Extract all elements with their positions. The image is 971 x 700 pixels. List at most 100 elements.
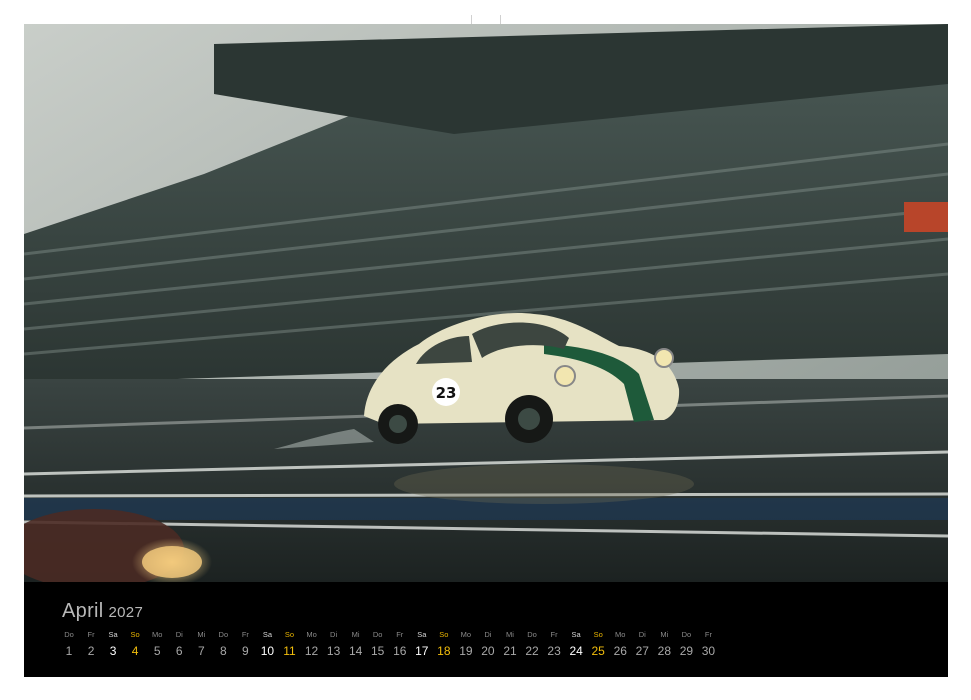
weekday-label: Mo	[151, 630, 163, 639]
weekday-label: Mo	[306, 630, 317, 639]
weekday-label: Mi	[660, 630, 669, 639]
calendar-day: Sa 24	[565, 630, 587, 658]
calendar-day: Do 8	[212, 630, 234, 658]
weekday-label: Mi	[351, 630, 360, 639]
day-number: 1	[65, 644, 73, 658]
day-number: 15	[371, 644, 385, 658]
day-number: 9	[242, 644, 249, 658]
weekday-label: So	[439, 630, 449, 639]
calendar-day: Mi 14	[345, 630, 367, 658]
day-number: 12	[304, 644, 319, 658]
month-year: 2027	[108, 604, 144, 621]
weekday-label: Mo	[615, 630, 626, 639]
day-number: 29	[679, 644, 694, 658]
calendar-day: Sa 17	[411, 630, 433, 658]
calendar-strip: April 2027 Do 1 Fr 2 Sa 3 So 4 Mo 5 Di 6 Mi 7 Do 8 Fr 9 Sa 1…	[24, 582, 948, 677]
weekday-label: Sa	[417, 630, 427, 639]
weekday-label: So	[284, 630, 295, 639]
weekday-label: Mi	[506, 630, 514, 639]
calendar-day: Do 1	[58, 630, 80, 658]
calendar-day: Sa 3	[102, 630, 124, 658]
calendar-day: Fr 2	[80, 630, 102, 658]
day-number: 8	[220, 644, 227, 658]
calendar-day: Mo 26	[609, 630, 631, 658]
calendar-day: Sa 10	[256, 630, 278, 658]
day-number: 14	[348, 644, 363, 658]
weekday-label: Fr	[550, 630, 558, 639]
calendar-day: Di 27	[631, 630, 653, 658]
day-number: 18	[437, 644, 451, 658]
day-number: 23	[547, 644, 561, 658]
weekday-label: Sa	[108, 630, 118, 639]
day-number: 6	[175, 644, 183, 658]
day-number: 13	[326, 644, 341, 658]
weekday-label: Do	[681, 630, 692, 639]
car-headlight-left	[554, 365, 576, 387]
weekday-label: Sa	[571, 630, 581, 639]
day-number: 3	[109, 644, 117, 658]
weekday-label: Fr	[704, 630, 712, 639]
day-number: 26	[613, 644, 627, 658]
weekday-label: Sa	[262, 630, 273, 639]
calendar-day: Mi 21	[499, 630, 521, 658]
calendar-day: Mi 28	[653, 630, 675, 658]
weekday-label: Do	[64, 630, 74, 639]
month-title: April 2027	[62, 600, 143, 623]
weekday-label: So	[593, 630, 603, 639]
day-number: 10	[260, 644, 275, 658]
red-banner	[904, 202, 948, 232]
day-number: 19	[459, 644, 473, 658]
calendar-day: Di 20	[477, 630, 499, 658]
calendar-day: Do 15	[367, 630, 389, 658]
weekday-label: Di	[638, 630, 646, 639]
car-wheel-rear-hub	[389, 415, 407, 433]
calendar-day: Mo 5	[146, 630, 168, 658]
calendar-day: Fr 23	[543, 630, 565, 658]
car-headlight-right	[654, 348, 674, 368]
day-number: 22	[525, 644, 539, 658]
calendar-day: Mi 7	[190, 630, 212, 658]
calendar-day: So 4	[124, 630, 146, 658]
calendar-day: Do 29	[675, 630, 697, 658]
day-number: 30	[701, 644, 716, 658]
weekday-label: Mo	[460, 630, 472, 639]
weekday-label: Mi	[197, 630, 206, 639]
day-number: 5	[153, 644, 161, 658]
weekday-label: Do	[527, 630, 537, 639]
calendar-day: Mo 19	[455, 630, 477, 658]
day-number: 16	[393, 644, 407, 658]
calendar-day: Mo 12	[301, 630, 323, 658]
race-car-photo: 23	[24, 24, 948, 582]
day-number: 27	[635, 644, 649, 658]
calendar-day: Fr 30	[697, 630, 719, 658]
weekday-label: Fr	[87, 630, 95, 639]
weekday-label: So	[130, 630, 140, 639]
day-number: 21	[503, 644, 517, 658]
day-number: 4	[131, 644, 139, 658]
car-wheel-front-hub	[518, 408, 540, 430]
month-name: April	[62, 600, 104, 622]
car-number: 23	[436, 384, 457, 402]
day-number: 2	[87, 644, 95, 658]
day-number: 7	[197, 644, 205, 658]
weekday-label: Do	[218, 630, 229, 639]
weekday-label: Di	[484, 630, 492, 639]
calendar-day: Do 22	[521, 630, 543, 658]
weekday-label: Fr	[396, 630, 404, 639]
day-number: 17	[415, 644, 429, 658]
weekday-label: Fr	[241, 630, 249, 639]
day-number: 20	[481, 644, 495, 658]
calendar-day: Di 6	[168, 630, 190, 658]
calendar-day: So 25	[587, 630, 609, 658]
day-number: 24	[569, 644, 583, 658]
day-number: 11	[283, 644, 296, 658]
calendar-day: So 11	[279, 630, 301, 658]
weekday-label: Do	[372, 630, 383, 639]
day-number: 28	[657, 644, 672, 658]
weekday-label: Di	[330, 630, 338, 639]
day-number: 25	[591, 644, 605, 658]
car-reflection	[394, 464, 694, 504]
weekday-label: Di	[175, 630, 183, 639]
calendar-day: Fr 16	[389, 630, 411, 658]
calendar-day: So 18	[433, 630, 455, 658]
